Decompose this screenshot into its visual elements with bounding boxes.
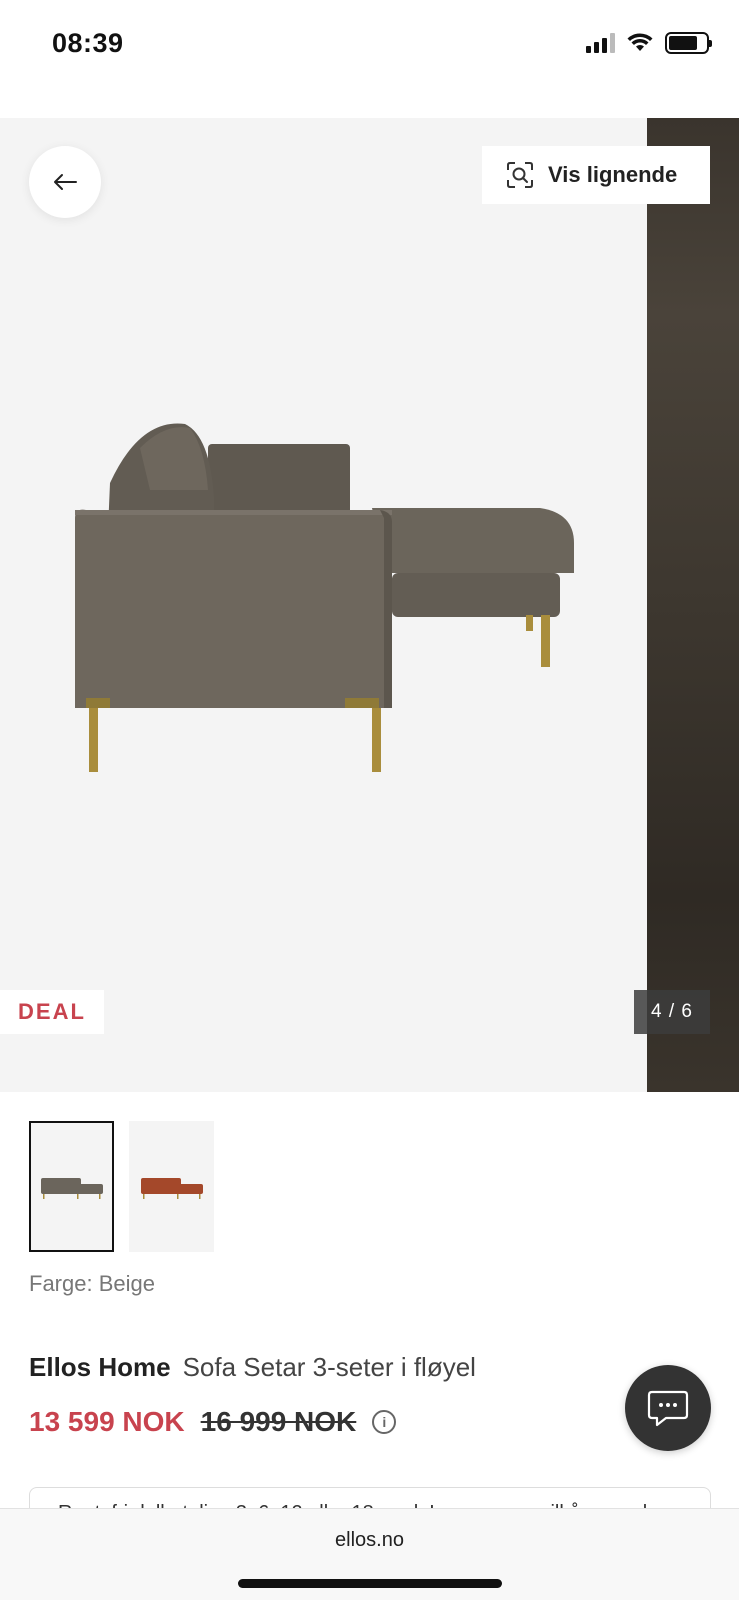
price-row: 13 599 NOK 16 999 NOK i	[29, 1406, 397, 1438]
next-image-preview[interactable]	[647, 118, 739, 1092]
color-label: Farge: Beige	[29, 1271, 155, 1297]
browser-domain[interactable]: ellos.no	[0, 1529, 739, 1552]
browser-bottom-bar: ellos.no	[0, 1508, 739, 1600]
color-thumbnail-rust[interactable]	[129, 1121, 214, 1252]
status-bar: 08:39	[0, 0, 739, 90]
deal-label: DEAL	[18, 999, 86, 1024]
product-brand: Ellos Home	[29, 1352, 171, 1382]
image-counter: 4 / 6	[634, 990, 710, 1034]
thumbnail-sofa-image	[40, 1177, 103, 1199]
home-indicator[interactable]	[238, 1579, 502, 1588]
product-title: Ellos Home Sofa Setar 3-seter i fløyel	[29, 1352, 476, 1383]
back-button[interactable]	[29, 146, 101, 218]
thumbnail-sofa-image	[140, 1177, 203, 1199]
visual-search-icon	[507, 162, 533, 188]
product-image-gallery[interactable]: Vis lignende DEAL 4 / 6	[0, 118, 739, 1092]
status-icons	[586, 32, 712, 54]
original-price: 16 999 NOK	[200, 1406, 357, 1437]
chat-button[interactable]	[625, 1365, 711, 1451]
current-price: 13 599 NOK	[29, 1406, 185, 1437]
deal-badge: DEAL	[0, 990, 104, 1034]
battery-icon	[665, 32, 712, 54]
arrow-left-icon	[54, 174, 77, 190]
color-value: Beige	[98, 1271, 155, 1296]
product-name: Sofa Setar 3-seter i fløyel	[182, 1352, 476, 1382]
color-prefix: Farge:	[29, 1271, 93, 1296]
show-similar-label: Vis lignende	[548, 162, 678, 187]
show-similar-button[interactable]: Vis lignende	[482, 146, 710, 204]
chat-icon	[647, 1390, 689, 1427]
status-time: 08:39	[52, 28, 124, 58]
info-icon[interactable]: i	[372, 1410, 397, 1434]
product-image-sofa	[0, 118, 647, 1092]
signal-icon	[586, 33, 615, 53]
color-thumbnail-beige[interactable]	[29, 1121, 114, 1252]
wifi-icon	[627, 33, 653, 51]
